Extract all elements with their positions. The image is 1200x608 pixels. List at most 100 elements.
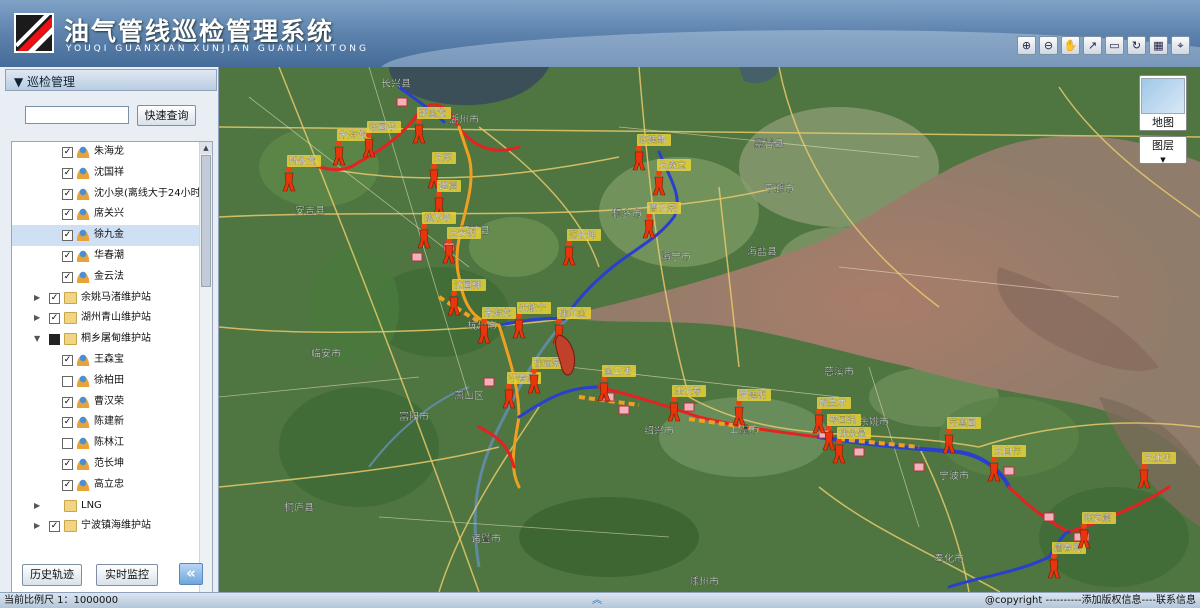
collapse-panel-icon[interactable]: « [179, 563, 203, 585]
scroll-up-icon[interactable]: ▲ [200, 142, 212, 154]
tree-inspector-node[interactable]: 徐柏田 [12, 371, 212, 392]
collapse-arrow-icon[interactable]: ▶ [34, 496, 40, 517]
tree-inspector-node[interactable]: ✓ 金云法 [12, 267, 212, 288]
live-monitor-button[interactable]: 实时监控 [96, 564, 158, 586]
tree-station-node[interactable]: ▶ ✓ 余姚马渚维护站 [12, 288, 212, 309]
tree-station-node[interactable]: ▶ LNG [12, 496, 212, 517]
inspector-name: 所永龙 [289, 155, 316, 167]
tree-station-node[interactable]: ▶ ✓ 宁波镇海维护站 [12, 516, 212, 537]
city-label: 桐乡市 [612, 207, 642, 220]
tree-inspector-node[interactable]: ✓ 席关兴 [12, 204, 212, 225]
refresh-icon[interactable]: ↻ [1127, 36, 1146, 55]
tree-inspector-node[interactable]: ✓ 范长坤 [12, 454, 212, 475]
search-input[interactable] [25, 106, 129, 124]
tree-inspector-node[interactable]: ✓ 徐九金 [12, 225, 212, 246]
inspector-icon [77, 437, 90, 450]
tree-inspector-node[interactable]: ✓ 沈小泉(离线大于24小时 [12, 184, 212, 205]
collapse-arrow-icon[interactable]: ▶ [34, 308, 40, 329]
zoom-out-icon[interactable]: ⊖ [1039, 36, 1058, 55]
tree-checkbox[interactable]: ✓ [62, 209, 73, 221]
inspector-name: 邵金龙 [419, 107, 446, 119]
collapse-arrow-icon[interactable]: ▶ [34, 288, 40, 309]
basemap-button[interactable]: 地图 [1139, 75, 1187, 131]
tree-checkbox[interactable]: ✓ [62, 417, 73, 429]
tree-scrollbar[interactable]: ▲ ▼ [199, 142, 212, 608]
layer-label: 图层 [1152, 139, 1174, 152]
city-label: 海宁市 [661, 250, 691, 263]
inspector-icon [77, 166, 90, 179]
tree-inspector-node[interactable]: ✓ 朱海龙 [12, 142, 212, 163]
satellite-map[interactable]: 长兴县湖州市嘉善县平湖市安吉县德清县桐乡市海宁市海盐县杭州市临安市富阳市萧山区绍… [219, 67, 1200, 592]
scroll-thumb[interactable] [201, 155, 211, 287]
inspector-icon [77, 270, 90, 283]
collapse-arrow-icon[interactable]: ▶ [34, 516, 40, 537]
station-marker [483, 377, 495, 387]
layer-button[interactable]: 图层 ▼ [1139, 136, 1187, 164]
panel-header[interactable]: ▼ 巡检管理 [5, 69, 217, 91]
basemap-label: 地图 [1152, 116, 1174, 129]
tree-station-node[interactable]: ▶ ✓ 湖州青山维护站 [12, 308, 212, 329]
tree-checkbox[interactable] [62, 375, 73, 387]
tree-inspector-node[interactable]: ✓ 沈国祥 [12, 163, 212, 184]
tree-checkbox[interactable]: ✓ [49, 292, 60, 304]
tree-inspector-node[interactable]: 陈林江 [12, 433, 212, 454]
app-logo [14, 13, 54, 53]
city-label: 富阳市 [399, 410, 429, 423]
tree-inspector-node[interactable]: ✓ 高立忠 [12, 475, 212, 496]
tree-checkbox[interactable]: ✓ [62, 354, 73, 366]
city-label: 绍兴市 [644, 424, 674, 437]
folder-icon [64, 333, 77, 346]
history-track-button[interactable]: 历史轨迹 [22, 564, 82, 586]
inspector-name: 王仕法 [1144, 452, 1171, 464]
expand-arrow-icon[interactable]: ▼ [34, 329, 40, 350]
tree-checkbox[interactable]: ✓ [62, 230, 73, 242]
inspector-icon [77, 229, 90, 242]
tree-checkbox[interactable]: ✓ [62, 479, 73, 491]
pan-hand-icon[interactable]: ✋ [1061, 36, 1080, 55]
tree-checkbox[interactable]: ✓ [49, 313, 60, 325]
quick-search-button[interactable]: 快速查询 [137, 105, 196, 126]
tree-inspector-node[interactable]: ✓ 王森宝 [12, 350, 212, 371]
expand-up-icon[interactable]: ︽ [592, 593, 602, 608]
city-label: 奉化市 [934, 552, 964, 565]
tree-inspector-node[interactable]: ✓ 曹汉荣 [12, 392, 212, 413]
tree-inspector-node[interactable]: ✓ 华春潮 [12, 246, 212, 267]
measure-line-icon[interactable]: ↗ [1083, 36, 1102, 55]
measure-area-icon[interactable]: ▭ [1105, 36, 1124, 55]
station-marker [618, 405, 630, 415]
tree-checkbox[interactable]: ✓ [62, 271, 73, 283]
tree-checkbox[interactable]: ✓ [62, 167, 73, 179]
tree-checkbox[interactable]: ✓ [49, 521, 60, 533]
locate-icon[interactable]: ⌖ [1171, 36, 1190, 55]
copyright-text: @copyright ----------添加版权信息----联系信息 [984, 595, 1196, 606]
inspector-icon [77, 208, 90, 221]
tree-checkbox[interactable] [49, 334, 60, 346]
panel-title: 巡检管理 [27, 75, 76, 89]
tree-checkbox[interactable]: ✓ [62, 147, 73, 158]
folder-icon [64, 291, 77, 304]
map-layer-icon[interactable]: ▦ [1149, 36, 1168, 55]
tree-inspector-node[interactable]: ✓ 陈建新 [12, 412, 212, 433]
city-label: 萧山区 [454, 390, 484, 402]
tree-checkbox[interactable]: ✓ [62, 188, 73, 200]
tree-node-label: 余姚马渚维护站 [81, 291, 151, 303]
city-label: 安吉县 [295, 204, 325, 217]
tree-node-label: 金云法 [94, 270, 124, 282]
inspector-name: 连德 [439, 180, 457, 192]
tree-node-label: LNG [81, 499, 102, 511]
tree-station-node[interactable]: ▼ 桐乡屠甸维护站 [12, 329, 212, 350]
terrain-patch [279, 387, 439, 507]
tree-checkbox[interactable]: ✓ [62, 250, 73, 262]
map-view[interactable]: 长兴县湖州市嘉善县平湖市安吉县德清县桐乡市海宁市海盐县杭州市临安市富阳市萧山区绍… [219, 67, 1200, 592]
tree-checkbox[interactable]: ✓ [62, 396, 73, 408]
tree-node-label: 徐柏田 [94, 374, 124, 386]
tree-node-label: 范长坤 [94, 457, 124, 469]
inspector-name: 金云法 [604, 365, 631, 377]
zoom-in-icon[interactable]: ⊕ [1017, 36, 1036, 55]
tree-checkbox[interactable] [62, 438, 73, 450]
inspector-icon [77, 416, 90, 429]
tree-checkbox[interactable]: ✓ [62, 458, 73, 470]
city-label: 临安市 [311, 347, 341, 360]
patrol-tree: ✓ 朱海龙 ✓ 沈国祥 ✓ 沈小泉(离线大于24小时 ✓ 席关兴 ✓ 徐九金 ✓ 华春潮 ✓ 金云法 ▶ ✓ 余… [11, 141, 213, 608]
tree-node-label: 陈建新 [94, 416, 124, 428]
